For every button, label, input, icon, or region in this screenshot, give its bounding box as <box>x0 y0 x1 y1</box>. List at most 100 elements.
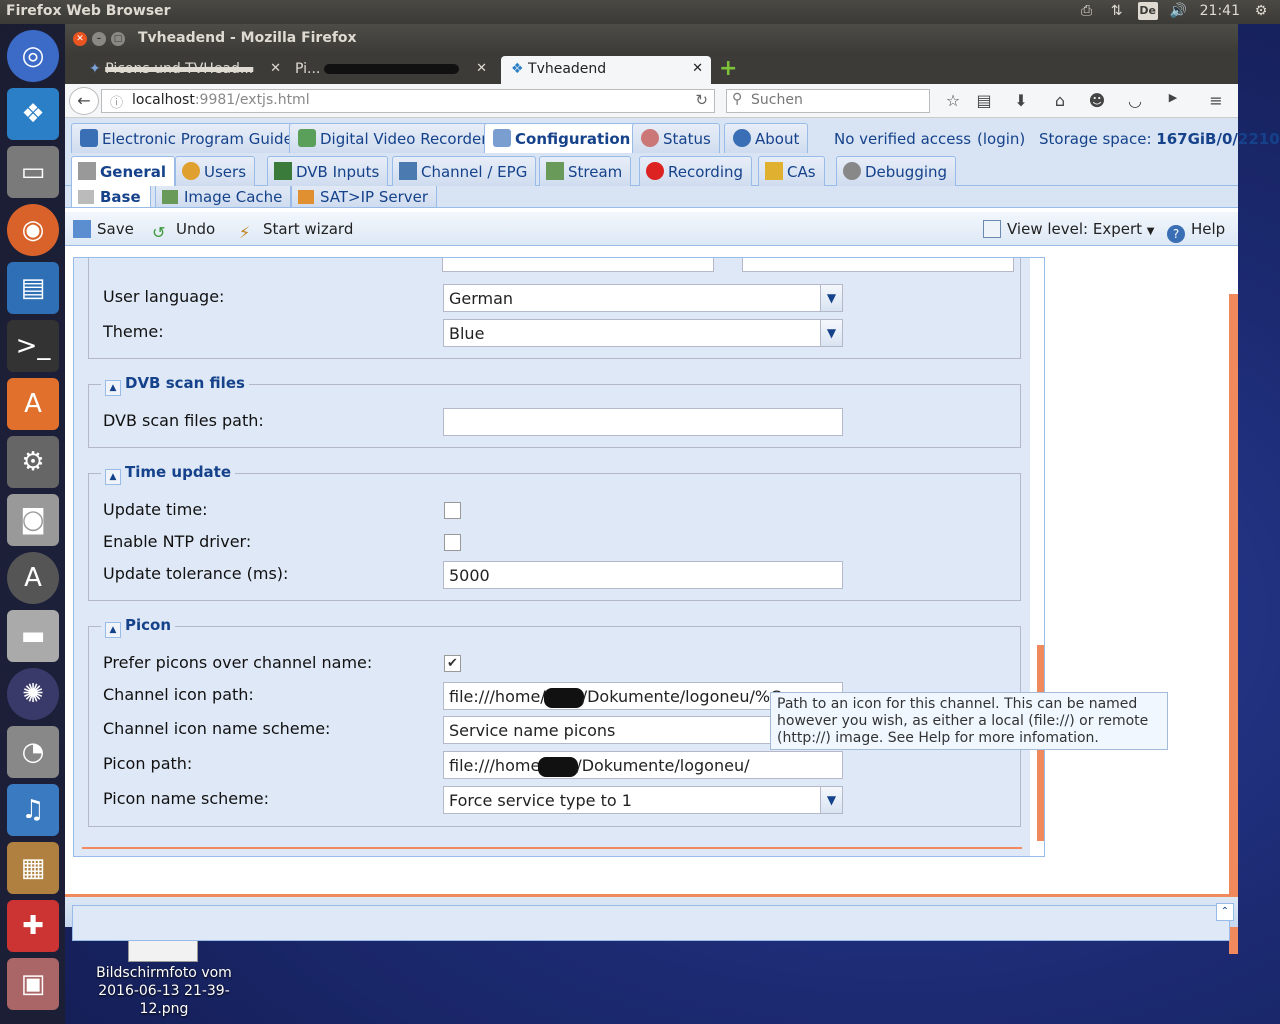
close-window-button[interactable]: ✕ <box>73 32 87 46</box>
dvb-scan-path-label: DVB scan files path: <box>103 411 264 430</box>
prefer-picons-checkbox[interactable]: ✔ <box>444 655 461 672</box>
minimize-window-button[interactable]: – <box>92 32 106 46</box>
partial-input[interactable] <box>742 258 1014 272</box>
url-bar[interactable]: ⓘ localhost:9981/extjs.html ↻ <box>101 89 715 113</box>
tab-close-icon[interactable]: ✕ <box>270 61 281 76</box>
fieldset-legend[interactable]: ▲ Picon <box>101 616 176 638</box>
fieldset-legend[interactable]: ▲ DVB scan files <box>101 374 249 396</box>
tab-epg[interactable]: Electronic Program Guide <box>71 123 302 153</box>
tab-channel-epg[interactable]: Channel / EPG <box>392 156 537 186</box>
update-time-checkbox[interactable] <box>444 502 461 519</box>
keyboard-layout-indicator[interactable]: De <box>1137 2 1158 20</box>
tab-cas[interactable]: CAs <box>758 156 825 186</box>
update-tolerance-input[interactable]: 5000 <box>443 561 843 589</box>
terminal-icon[interactable]: >_ <box>7 320 59 372</box>
volume-icon[interactable]: 🔊 <box>1170 2 1188 20</box>
save-button[interactable]: Save <box>73 220 134 238</box>
search-input[interactable]: ⚲ Suchen <box>726 89 930 113</box>
downloads-icon[interactable]: ⬇ <box>1010 91 1032 111</box>
tab-status[interactable]: Status <box>632 123 720 153</box>
config-form-panel: User language: German ▼ Theme: Blue ▼ ▲ D… <box>73 257 1045 857</box>
maximize-window-button[interactable]: □ <box>111 32 125 46</box>
home-icon[interactable]: ⌂ <box>1049 91 1071 111</box>
collapse-toggle-icon[interactable]: ▲ <box>105 622 121 638</box>
music-icon[interactable]: ♫ <box>7 784 59 836</box>
software-center-icon[interactable]: A <box>7 378 59 430</box>
browser-tab-bar: ✦ Picons und TVHead... ✕ Pi... ✕ ❖ Tvhea… <box>65 54 1238 84</box>
browser-tab-2[interactable]: Pi... ✕ <box>295 56 495 84</box>
fieldset-legend[interactable]: ▲ Time update <box>101 463 236 485</box>
storage-space: Storage space: 167GiB/0/2210 <box>1039 130 1280 148</box>
chevron-down-icon[interactable]: ▼ <box>820 285 842 311</box>
youtube-icon[interactable]: ▶ <box>1162 91 1184 111</box>
reload-icon[interactable]: ↻ <box>695 91 708 109</box>
browser-tab-active[interactable]: ❖ Tvheadend ✕ <box>501 56 711 84</box>
clock[interactable]: 21:41 <box>1200 3 1240 19</box>
tab-satip-server[interactable]: SAT>IP Server <box>291 186 438 207</box>
writer-icon[interactable]: ▤ <box>7 262 59 314</box>
tab-dvr[interactable]: Digital Video Recorder <box>289 123 497 153</box>
tab-recording[interactable]: Recording <box>639 156 753 186</box>
bookmark-star-icon[interactable]: ☆ <box>942 91 964 111</box>
tab-base[interactable]: Base <box>71 186 151 207</box>
satellite-icon <box>298 190 314 204</box>
tab-image-cache[interactable]: Image Cache <box>155 186 292 207</box>
tab-configuration[interactable]: Configuration <box>484 123 640 155</box>
view-level-dropdown[interactable]: View level: Expert ▼ <box>983 220 1155 238</box>
undo-button[interactable]: ↺ Undo <box>152 220 215 242</box>
office-tools-icon[interactable]: ▣ <box>7 958 59 1010</box>
system-settings-icon[interactable]: ⚙ <box>7 436 59 488</box>
tab-close-icon[interactable]: ✕ <box>476 61 487 76</box>
firefox-icon[interactable]: ◉ <box>7 204 59 256</box>
collapse-toggle-icon[interactable]: ▲ <box>105 380 121 396</box>
dvb-scan-path-input[interactable] <box>443 408 843 436</box>
tab-close-icon[interactable]: ✕ <box>692 61 703 76</box>
tab-dvb-inputs[interactable]: DVB Inputs <box>267 156 389 186</box>
tools-icon <box>78 162 96 180</box>
disk-icon[interactable]: ▬ <box>7 610 59 662</box>
disk-usage-icon[interactable]: ◔ <box>7 726 59 778</box>
kodi-icon[interactable]: ❖ <box>7 88 59 140</box>
reading-list-icon[interactable]: ▤ <box>973 91 995 111</box>
browser-tab-1[interactable]: ✦ Picons und TVHead... ✕ <box>89 56 289 84</box>
new-tab-icon[interactable]: + <box>719 56 737 81</box>
picon-path-input[interactable]: file:///home/Dokumente/logoneu/ <box>443 751 843 779</box>
pocket-icon[interactable]: ◡ <box>1124 91 1146 111</box>
chevron-down-icon[interactable]: ▼ <box>820 787 842 813</box>
tab-about[interactable]: About <box>724 123 809 153</box>
start-wizard-button[interactable]: ⚡ Start wizard <box>239 220 353 242</box>
site-info-icon[interactable]: ⓘ <box>110 92 123 111</box>
back-button[interactable]: ← <box>69 87 99 115</box>
download-icon <box>298 129 316 147</box>
theme-select[interactable]: Blue ▼ <box>443 319 843 347</box>
page-scrollbar[interactable] <box>1229 294 1238 954</box>
camera-icon[interactable]: ◙ <box>7 494 59 546</box>
tab-general[interactable]: General <box>71 156 175 186</box>
network-manager-icon[interactable]: ✺ <box>7 668 59 720</box>
expand-log-icon[interactable]: ⌃ <box>1216 903 1234 921</box>
partial-input[interactable] <box>442 258 714 272</box>
ubuntu-dash-icon[interactable]: ◎ <box>7 30 59 82</box>
help-button[interactable]: ? Help <box>1167 220 1225 243</box>
printer-icon[interactable]: ⎙ <box>1078 2 1096 20</box>
network-icon[interactable]: ⇅ <box>1108 2 1126 20</box>
files-icon[interactable]: ▭ <box>7 146 59 198</box>
ntp-driver-checkbox[interactable] <box>444 534 461 551</box>
chat-icon[interactable]: ☻ <box>1086 91 1108 111</box>
collapse-toggle-icon[interactable]: ▲ <box>105 469 121 485</box>
tab-users[interactable]: Users <box>175 156 256 186</box>
archive-icon[interactable]: ▦ <box>7 842 59 894</box>
tab-stream[interactable]: Stream <box>539 156 632 186</box>
power-icon[interactable]: ⚙ <box>1252 2 1270 20</box>
desktop-file-label[interactable]: Bildschirmfoto vom 2016-06-13 21-39-12.p… <box>95 964 233 1018</box>
redacted-text <box>324 64 460 74</box>
tools-icon[interactable]: ✚ <box>7 900 59 952</box>
picon-scheme-select[interactable]: Force service type to 1 ▼ <box>443 786 843 814</box>
user-language-select[interactable]: German ▼ <box>443 284 843 312</box>
wrench-icon <box>493 129 511 147</box>
login-link[interactable]: (login) <box>977 130 1025 148</box>
menu-icon[interactable]: ≡ <box>1205 91 1227 111</box>
tab-debugging[interactable]: Debugging <box>836 156 957 186</box>
updater-icon[interactable]: A <box>7 552 59 604</box>
chevron-down-icon[interactable]: ▼ <box>820 320 842 346</box>
